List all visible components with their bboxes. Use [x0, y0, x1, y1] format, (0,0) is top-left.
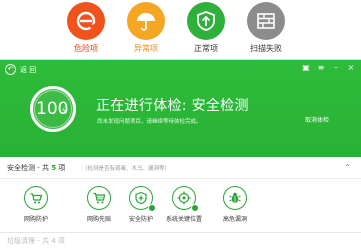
check-item-high-risk-vulnerabilities[interactable]: 高危漏洞 [211, 186, 259, 223]
status-banner: ↶ 返 回 ▣ ≡ – × 100 分 正在进行体检: 安全检测 尚未发现问题项… [0, 60, 361, 157]
legend-danger-label: 危险项 [74, 44, 98, 53]
check-item-security-protection[interactable]: 安全防护 [117, 186, 165, 223]
back-button-label: 返 回 [20, 65, 37, 74]
status-legend: 危险项 异常项 正常项 扫描失败 [0, 0, 361, 62]
target-icon [172, 186, 199, 212]
check-item-system-key-locations[interactable]: 系统关键位置 [160, 186, 208, 223]
legend-failed-label: 扫描失败 [250, 44, 282, 53]
close-icon[interactable]: × [347, 64, 355, 72]
danger-e-icon [67, 2, 105, 40]
shield-icon [129, 186, 156, 212]
window-controls: ▣ ≡ – × [302, 64, 355, 72]
skin-icon[interactable]: ▣ [302, 64, 310, 72]
back-arrow-icon: ↶ [5, 64, 16, 75]
status-subtitle: 尚未发现问题项目，请继续等待体检完成。 [97, 119, 202, 125]
collapse-chevron-icon[interactable]: ⌃ [344, 163, 351, 172]
section-title: 安全检测 - 共 5 项 [7, 163, 65, 173]
legend-warning: 异常项 [116, 2, 176, 54]
titlebar: ↶ 返 回 ▣ ≡ – × [0, 60, 361, 78]
legend-danger: 危险项 [56, 2, 116, 54]
legend-warning-label: 异常项 [134, 44, 158, 53]
check-item-label: 系统关键位置 [165, 216, 202, 223]
check-item-label: 安全防护 [128, 216, 153, 223]
back-button[interactable]: ↶ 返 回 [5, 64, 36, 75]
status-ok-dot [191, 204, 199, 212]
cart-icon [87, 186, 111, 210]
next-section-title: 垃圾清理 - 共 4 项 [7, 237, 65, 245]
menu-icon[interactable]: ≡ [317, 64, 325, 72]
checkup-window: ↶ 返 回 ▣ ≡ – × 100 分 正在进行体检: 安全检测 尚未发现问题项… [0, 59, 361, 250]
check-items: 网购防护 网购先赔 安全防护 系统关键位置 高危漏洞 [0, 180, 361, 230]
check-item-shopping-compensation[interactable]: 网购先赔 [75, 186, 123, 223]
section-header: 安全检测 - 共 5 项 （检测是否有病毒、木马、漏洞等） ⌃ [0, 157, 361, 179]
check-item-label: 高危漏洞 [222, 216, 247, 223]
check-item-label: 网购先赔 [86, 216, 111, 223]
legend-normal: 正常项 [176, 2, 236, 54]
legend-failed: 扫描失败 [236, 2, 296, 54]
section-hint: （检测是否有病毒、木马、漏洞等） [82, 166, 171, 172]
minimize-icon[interactable]: – [332, 64, 340, 72]
score-value: 100 [36, 99, 69, 119]
check-item-label: 网购防护 [23, 216, 48, 223]
brick-wall-icon [247, 2, 285, 40]
status-ok-dot [148, 204, 156, 212]
score-unit: 分 [61, 108, 68, 115]
cancel-checkup-link[interactable]: 取消体检 [305, 115, 329, 124]
check-item-shopping-protection[interactable]: 网购防护 [12, 186, 60, 223]
section-divider [0, 232, 361, 233]
shield-arrow-icon [187, 2, 225, 40]
legend-normal-label: 正常项 [194, 44, 218, 53]
shield-cart-icon [24, 186, 48, 210]
score-ring: 100 分 [30, 86, 76, 132]
status-title: 正在进行体检: 安全检测 [96, 98, 249, 114]
bug-icon [223, 186, 247, 210]
section-title-suffix: 项 [58, 164, 66, 172]
umbrella-icon [127, 2, 165, 40]
section-title-prefix: 安全检测 - 共 [7, 164, 49, 172]
section-count: 5 [51, 164, 57, 172]
